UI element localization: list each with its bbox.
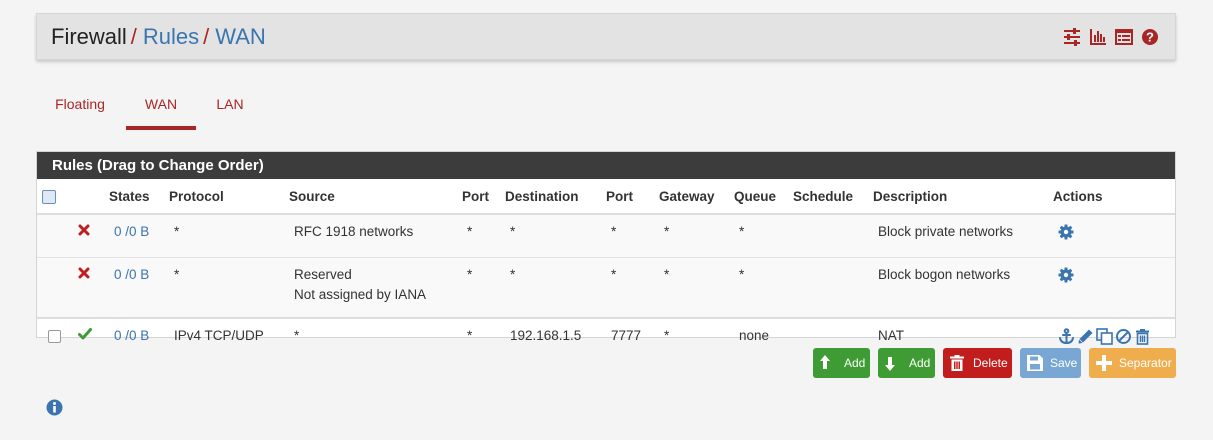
panel-title: Rules (Drag to Change Order) — [37, 152, 1175, 179]
queue-cell: none — [734, 317, 793, 362]
gateway-cell: * — [659, 257, 734, 319]
col-queue: Queue — [734, 179, 793, 215]
table-header-row: States Protocol Source Port Destination … — [37, 179, 1175, 215]
block-status-icon — [78, 267, 90, 282]
table-row[interactable]: 0 /0 B * Reserved Not assigned by IANA *… — [37, 257, 1175, 319]
col-gateway: Gateway — [659, 179, 734, 215]
block-status-icon — [78, 224, 90, 239]
destination-cell: * — [505, 257, 606, 319]
breadcrumb-rules-link[interactable]: Rules — [143, 24, 199, 49]
port-cell: * — [462, 257, 505, 319]
pass-status-icon — [78, 328, 92, 343]
gear-icon[interactable] — [1058, 267, 1074, 286]
save-label: Save — [1050, 356, 1078, 370]
gateway-cell: * — [659, 317, 734, 362]
copy-icon[interactable] — [1096, 328, 1113, 348]
gateway-cell: * — [659, 214, 734, 258]
svg-text:?: ? — [1146, 30, 1154, 45]
states-link[interactable]: 0 /0 B — [114, 267, 149, 282]
dest-port-cell: 7777 — [606, 317, 659, 362]
states-link[interactable]: 0 /0 B — [114, 224, 149, 239]
pencil-edit-icon[interactable] — [1077, 328, 1094, 348]
description-cell: Block bogon networks — [873, 257, 1053, 319]
col-description: Description — [873, 179, 1053, 215]
destination-cell: * — [505, 214, 606, 258]
plus-icon — [1096, 355, 1112, 371]
breadcrumb-separator: / — [130, 24, 137, 49]
save-button[interactable]: Save — [1020, 348, 1081, 378]
breadcrumb-wan-link[interactable]: WAN — [215, 24, 266, 49]
destination-cell: 192.168.1.5 — [505, 317, 606, 362]
trash-icon[interactable] — [1134, 328, 1151, 348]
states-link[interactable]: 0 /0 B — [114, 328, 149, 343]
row-actions — [1058, 328, 1151, 348]
rules-table: States Protocol Source Port Destination … — [37, 179, 1175, 362]
protocol-cell: * — [169, 214, 289, 258]
page-header: Firewall / Rules / WAN ? — [36, 13, 1176, 60]
delete-label: Delete — [973, 356, 1008, 370]
rules-panel: Rules (Drag to Change Order) States Prot… — [36, 151, 1176, 362]
tab-floating[interactable]: Floating — [54, 86, 106, 130]
bar-chart-icon[interactable] — [1089, 28, 1107, 46]
gear-icon[interactable] — [1058, 224, 1074, 243]
queue-cell: * — [734, 214, 793, 258]
separator-label: Separator — [1119, 356, 1172, 370]
add-bottom-label: Add — [909, 356, 931, 370]
add-bottom-button[interactable]: Add — [878, 348, 935, 378]
tab-lan[interactable]: LAN — [215, 86, 245, 130]
settings-sliders-icon[interactable] — [1063, 28, 1081, 46]
add-top-label: Add — [844, 356, 866, 370]
col-destination: Destination — [505, 179, 606, 215]
protocol-cell: * — [169, 257, 289, 319]
description-cell: Block private networks — [873, 214, 1053, 258]
port-cell: * — [462, 317, 505, 362]
dest-port-cell: * — [606, 257, 659, 319]
dest-port-cell: * — [606, 214, 659, 258]
col-port: Port — [462, 179, 505, 215]
disable-icon[interactable] — [1115, 328, 1132, 348]
add-top-button[interactable]: Add — [813, 348, 870, 378]
source-line: Reserved — [294, 267, 352, 282]
breadcrumb-separator: / — [203, 24, 210, 49]
anchor-icon[interactable] — [1058, 328, 1075, 348]
trash-icon — [950, 355, 964, 371]
col-source: Source — [289, 179, 462, 215]
schedule-cell — [793, 214, 873, 258]
tab-wan[interactable]: WAN — [126, 86, 196, 130]
select-all-checkbox[interactable] — [42, 189, 56, 204]
info-icon[interactable] — [46, 399, 63, 419]
source-cell: RFC 1918 networks — [289, 214, 462, 258]
breadcrumb: Firewall / Rules / WAN — [51, 24, 266, 50]
floppy-save-icon — [1027, 355, 1043, 371]
arrow-up-icon — [820, 355, 830, 369]
row-select-checkbox[interactable] — [48, 329, 61, 343]
breadcrumb-firewall: Firewall — [51, 24, 127, 49]
col-actions: Actions — [1053, 179, 1175, 215]
col-states: States — [109, 179, 169, 215]
port-cell: * — [462, 214, 505, 258]
delete-button[interactable]: Delete — [943, 348, 1012, 378]
table-row[interactable]: 0 /0 B * RFC 1918 networks * * * * * Blo… — [37, 214, 1175, 258]
arrow-down-icon — [885, 357, 895, 371]
queue-cell: * — [734, 257, 793, 319]
protocol-cell: IPv4 TCP/UDP — [169, 317, 289, 362]
source-cell: Reserved Not assigned by IANA — [289, 257, 462, 319]
schedule-cell — [793, 257, 873, 319]
source-subline: Not assigned by IANA — [294, 287, 427, 302]
header-icon-bar: ? — [1063, 28, 1159, 46]
add-separator-button[interactable]: Separator — [1089, 348, 1176, 378]
help-circle-icon[interactable]: ? — [1141, 28, 1159, 46]
col-schedule: Schedule — [793, 179, 873, 215]
source-cell: * — [289, 317, 462, 362]
list-table-icon[interactable] — [1115, 28, 1133, 46]
col-dest-port: Port — [606, 179, 659, 215]
col-protocol: Protocol — [169, 179, 289, 215]
